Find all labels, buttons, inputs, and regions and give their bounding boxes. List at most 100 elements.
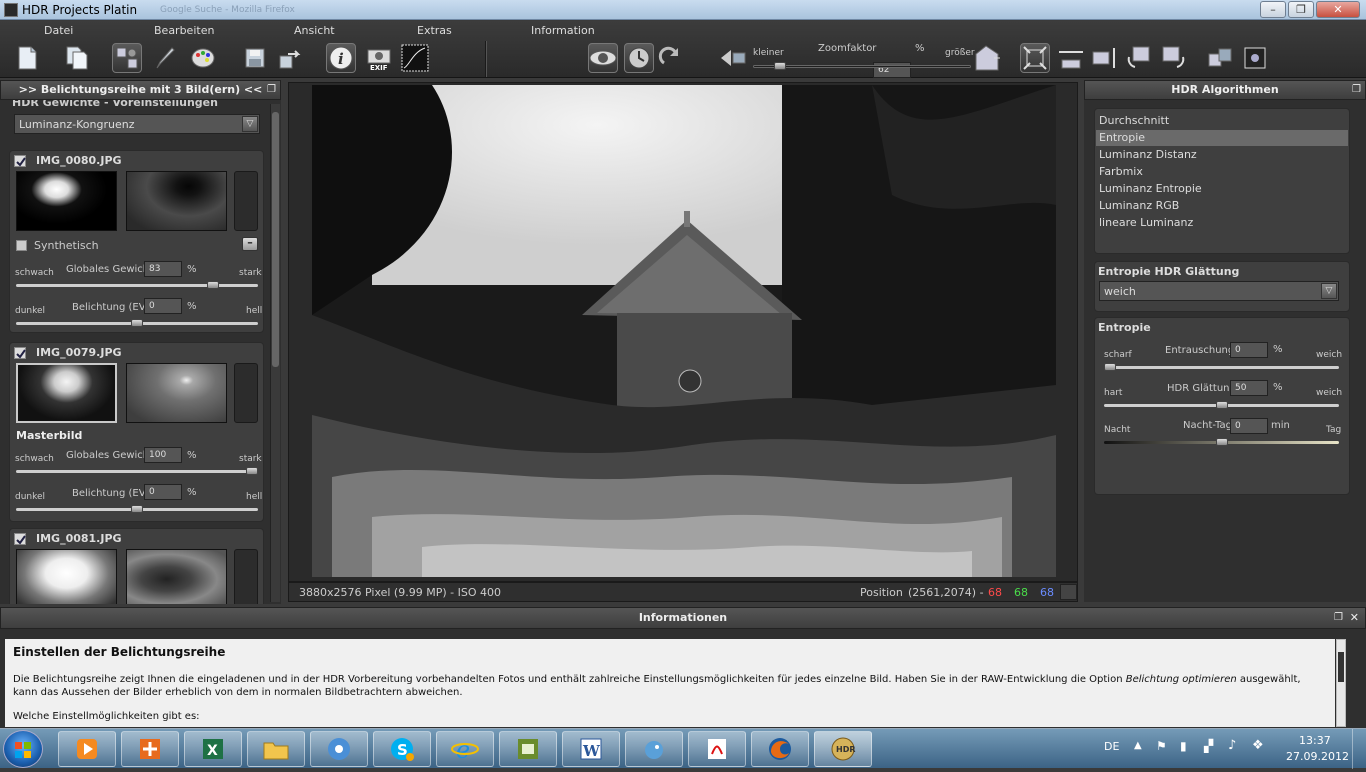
weight-map-thumbnail[interactable]	[126, 363, 227, 423]
algorithm-durchschnitt[interactable]: Durchschnitt	[1096, 113, 1348, 129]
office-install-icon[interactable]	[121, 731, 179, 767]
menu-information[interactable]: Information	[531, 24, 595, 37]
chevron-down-icon[interactable]: ▽	[1321, 283, 1337, 299]
fullscreen-icon[interactable]	[1240, 43, 1270, 73]
scrollbar-thumb[interactable]	[1338, 652, 1344, 682]
paint-bird-icon[interactable]	[625, 731, 683, 767]
rotate-left-icon[interactable]	[1124, 43, 1154, 73]
weight-slider-knob[interactable]	[246, 467, 258, 475]
chevron-down-icon[interactable]: ▽	[242, 116, 258, 132]
fit-to-window-icon[interactable]	[1020, 43, 1050, 73]
panel-restore-icon[interactable]: ❐	[1334, 608, 1343, 628]
internet-explorer-icon[interactable]: e	[436, 731, 494, 767]
power-icon[interactable]: ▮	[1180, 739, 1187, 753]
algorithm-farbmix[interactable]: Farbmix	[1096, 164, 1348, 180]
compare-view-icon[interactable]	[1206, 43, 1236, 73]
acrobat-icon[interactable]	[688, 731, 746, 767]
redo-icon[interactable]	[656, 43, 686, 73]
start-button[interactable]	[3, 730, 43, 768]
smooth-slider-knob[interactable]	[1215, 401, 1228, 409]
left-panel-scrollbar[interactable]	[270, 104, 280, 602]
weight-slider-track[interactable]	[16, 284, 258, 287]
panel-restore-icon[interactable]: ❐	[1352, 81, 1361, 99]
copy-files-icon[interactable]	[62, 43, 92, 73]
algorithm-luminanz-entropie[interactable]: Luminanz Entropie	[1096, 181, 1348, 197]
ev-input[interactable]: 0	[144, 484, 182, 500]
image-enabled-checkbox[interactable]	[14, 155, 26, 167]
daynight-input[interactable]: 0	[1230, 418, 1268, 434]
menu-ansicht[interactable]: Ansicht	[294, 24, 335, 37]
fit-width-icon[interactable]	[1056, 43, 1086, 73]
weight-slider-knob[interactable]	[206, 281, 219, 289]
dropbox-icon[interactable]: ❖	[1252, 738, 1264, 753]
keyboard-language[interactable]: DE	[1104, 740, 1119, 753]
word-icon[interactable]: W	[562, 731, 620, 767]
algorithm-entropie[interactable]: Entropie	[1096, 130, 1348, 146]
image-thumbnail[interactable]	[16, 363, 117, 423]
hdr-projects-icon[interactable]: HDR	[814, 731, 872, 767]
show-hidden-icons[interactable]: ▲	[1134, 740, 1142, 751]
histogram-icon[interactable]	[400, 43, 430, 73]
info-icon[interactable]: i	[326, 43, 356, 73]
noise-slider-knob[interactable]	[1104, 363, 1116, 371]
weight-map-thumbnail[interactable]	[126, 171, 227, 231]
zoom-slider-track[interactable]	[753, 65, 971, 68]
menu-datei[interactable]: Datei	[44, 24, 73, 37]
weight-input[interactable]: 100	[144, 447, 182, 463]
information-scrollbar[interactable]	[1336, 639, 1346, 727]
excel-icon[interactable]: X	[184, 731, 242, 767]
hdr-preview-image[interactable]	[312, 85, 1056, 577]
weight-input[interactable]: 83	[144, 261, 182, 277]
menu-bearbeiten[interactable]: Bearbeiten	[154, 24, 214, 37]
smoothing-dropdown[interactable]: weich ▽	[1099, 281, 1339, 301]
new-file-icon[interactable]	[12, 43, 42, 73]
ev-slider-knob[interactable]	[131, 505, 143, 513]
export-icon[interactable]	[276, 43, 306, 73]
zoom-slider-knob[interactable]	[773, 62, 786, 70]
panel-restore-icon[interactable]: ❐	[267, 81, 276, 99]
history-clock-icon[interactable]	[624, 43, 654, 73]
rotate-right-icon[interactable]	[1158, 43, 1188, 73]
project-icon[interactable]	[499, 731, 557, 767]
itunes-icon[interactable]	[310, 731, 368, 767]
show-desktop-button[interactable]	[1352, 729, 1366, 769]
clock-time[interactable]: 13:37	[1299, 734, 1331, 747]
ev-input[interactable]: 0	[144, 298, 182, 314]
network-icon[interactable]: ▞	[1204, 739, 1213, 753]
weight-slider-track[interactable]	[16, 470, 258, 473]
ev-slider-knob[interactable]	[131, 319, 143, 327]
minimize-button[interactable]: –	[1260, 1, 1286, 18]
close-button[interactable]: ✕	[1316, 1, 1360, 18]
image-enabled-checkbox[interactable]	[14, 347, 26, 359]
menu-extras[interactable]: Extras	[417, 24, 452, 37]
scrollbar-thumb[interactable]	[272, 112, 279, 367]
image-thumbnail[interactable]	[16, 171, 117, 231]
exif-icon[interactable]: EXIF	[364, 43, 394, 73]
algorithm-luminanz-rgb[interactable]: Luminanz RGB	[1096, 198, 1348, 214]
firefox-icon[interactable]	[751, 731, 809, 767]
noise-input[interactable]: 0	[1230, 342, 1268, 358]
collapse-icon[interactable]: –	[242, 237, 258, 251]
noise-slider-track[interactable]	[1104, 366, 1339, 369]
skype-icon[interactable]: S	[373, 731, 431, 767]
weights-preset-dropdown[interactable]: Luminanz-Kongruenz ▽	[14, 114, 260, 134]
save-icon[interactable]	[240, 43, 270, 73]
synthetic-checkbox[interactable]	[16, 240, 27, 251]
image-enabled-checkbox[interactable]	[14, 533, 26, 545]
weight-map-thumbnail[interactable]	[126, 549, 227, 604]
palette-icon[interactable]	[188, 43, 218, 73]
algorithm-luminanz-distanz[interactable]: Luminanz Distanz	[1096, 147, 1348, 163]
smooth-input[interactable]: 50	[1230, 380, 1268, 396]
preview-eye-icon[interactable]	[588, 43, 618, 73]
close-icon[interactable]: ✕	[1350, 608, 1359, 628]
maximize-button[interactable]: ❐	[1288, 1, 1314, 18]
fit-height-icon[interactable]	[1090, 43, 1120, 73]
layout-icon[interactable]	[112, 43, 142, 73]
daynight-slider-knob[interactable]	[1215, 438, 1228, 446]
action-center-flag-icon[interactable]: ⚑	[1156, 739, 1167, 753]
explorer-icon[interactable]	[247, 731, 305, 767]
image-thumbnail[interactable]	[16, 549, 117, 604]
volume-icon[interactable]: ♪	[1228, 738, 1236, 753]
media-player-icon[interactable]	[58, 731, 116, 767]
brush-icon[interactable]	[150, 43, 180, 73]
